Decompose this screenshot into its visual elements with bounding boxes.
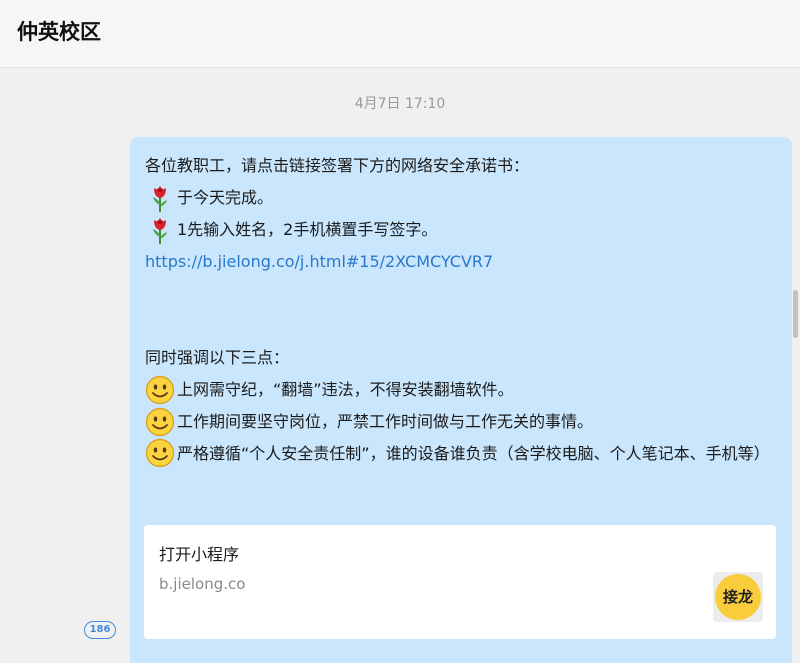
message-line-text: https://b.jielong.co/j.html#15/2XCMCYCVR… [145, 252, 494, 271]
jielong-logo-icon: 接龙 [713, 572, 763, 622]
message-line: 各位教职工，请点击链接签署下方的网络安全承诺书： [145, 150, 777, 182]
chat-title: 仲英校区 [17, 20, 101, 44]
message-line: 工作期间要坚守岗位，严禁工作时间做与工作无关的事情。 [145, 406, 777, 438]
mini-program-card[interactable]: 打开小程序 b.jielong.co 接龙 [144, 525, 776, 639]
message-line-text: 严格遵循“个人安全责任制”，谁的设备谁负责（含学校电脑、个人笔记本、手机等） [177, 444, 770, 463]
message-text: 各位教职工，请点击链接签署下方的网络安全承诺书： 于今天完成。 1先输入姓名，2手机… [145, 150, 777, 470]
message-line [145, 278, 777, 310]
message-line: 上网需守纪，“翻墙”违法，不得安装翻墙软件。 [145, 374, 777, 406]
message-line: 1先输入姓名，2手机横置手写签字。 [145, 214, 777, 246]
message-line: 严格遵循“个人安全责任制”，谁的设备谁负责（含学校电脑、个人笔记本、手机等） [145, 438, 777, 470]
message-link[interactable]: https://b.jielong.co/j.html#15/2XCMCYCVR… [145, 246, 777, 278]
chat-header: 仲英校区 [0, 0, 800, 68]
smile-icon [145, 438, 175, 468]
smile-icon [145, 407, 175, 437]
card-title: 打开小程序 [159, 545, 240, 564]
unread-count-badge[interactable]: 186 [84, 621, 116, 639]
message-timestamp: 4月7日 17:10 [354, 96, 446, 112]
message-line-text: 同时强调以下三点： [145, 348, 290, 367]
rose-icon [145, 183, 175, 213]
message-bubble[interactable]: 各位教职工，请点击链接签署下方的网络安全承诺书： 于今天完成。 1先输入姓名，2手机… [130, 137, 792, 663]
rose-icon [145, 215, 175, 245]
message-line-text: 工作期间要坚守岗位，严禁工作时间做与工作无关的事情。 [177, 412, 594, 431]
message-line [145, 310, 777, 342]
message-line-text: 各位教职工，请点击链接签署下方的网络安全承诺书： [145, 156, 530, 175]
message-line: 于今天完成。 [145, 182, 777, 214]
card-logo-text: 接龙 [715, 574, 761, 620]
message-line-text: 1先输入姓名，2手机横置手写签字。 [177, 220, 438, 239]
message-line-text: 于今天完成。 [177, 188, 274, 207]
scrollbar[interactable] [793, 290, 798, 338]
message-line: 同时强调以下三点： [145, 342, 777, 374]
card-domain: b.jielong.co [159, 575, 246, 593]
message-line-text: 上网需守纪，“翻墙”违法，不得安装翻墙软件。 [177, 380, 514, 399]
smile-icon [145, 375, 175, 405]
